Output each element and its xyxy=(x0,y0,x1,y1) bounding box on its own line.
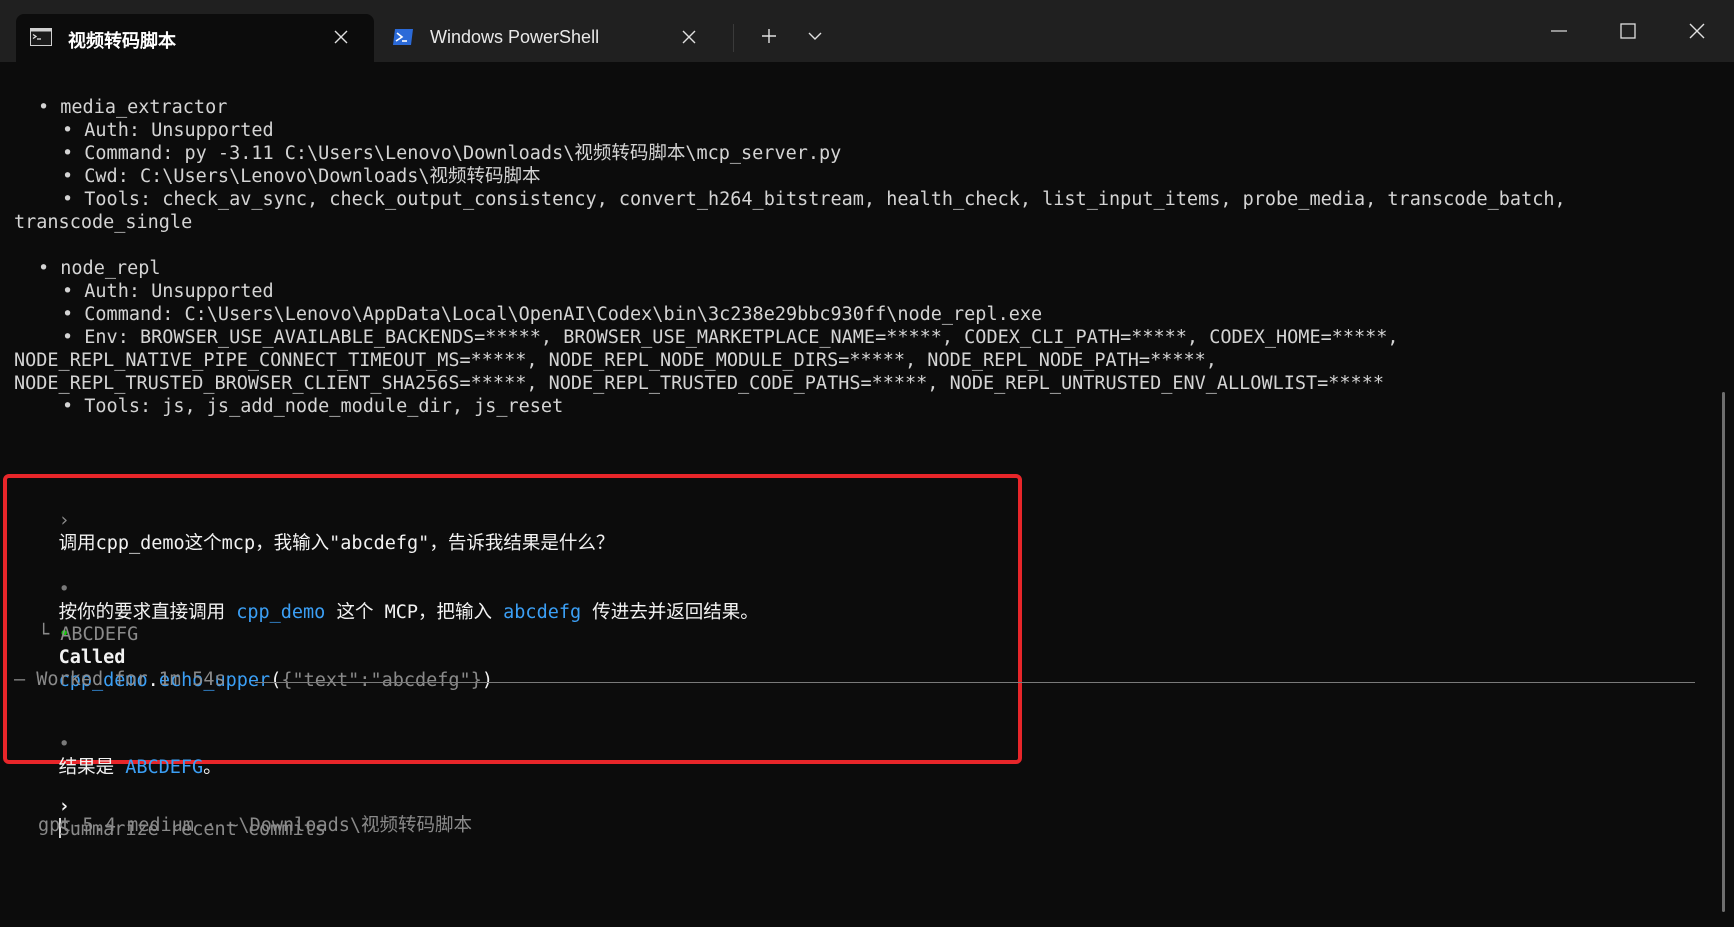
tab-video-transcode[interactable]: 视频转码脚本 xyxy=(16,14,374,62)
chevron-down-icon xyxy=(808,32,822,40)
tab-windows-powershell[interactable]: Windows PowerShell xyxy=(378,14,722,62)
close-icon xyxy=(1689,23,1705,39)
user-message: 调用cpp_demo这个mcp，我输入"abcdefg"，告诉我结果是什么？ xyxy=(58,533,615,554)
tab-divider xyxy=(733,24,734,52)
prompt-marker: › xyxy=(58,510,70,531)
new-tab-button[interactable] xyxy=(752,19,786,53)
tab-title: Windows PowerShell xyxy=(430,27,600,47)
result-bullet: • xyxy=(58,734,70,755)
close-tab-icon[interactable] xyxy=(678,26,700,48)
minimize-button[interactable] xyxy=(1526,0,1592,62)
close-window-button[interactable] xyxy=(1664,0,1730,62)
scrollbar[interactable] xyxy=(1722,392,1725,912)
mcp-env-continued: NODE_REPL_NATIVE_PIPE_CONNECT_TIMEOUT_MS… xyxy=(14,350,1217,371)
tab-title: 视频转码脚本 xyxy=(68,31,176,51)
tool-result: └ ABCDEFG xyxy=(38,624,139,645)
terminal-output[interactable]: • media_extractor • Auth: Unsupported • … xyxy=(0,62,1734,927)
mcp-auth: • Auth: Unsupported xyxy=(62,120,274,141)
cmd-terminal-icon xyxy=(30,28,52,46)
mcp-tools: • Tools: js, js_add_node_module_dir, js_… xyxy=(62,396,564,417)
mcp-env-continued: NODE_REPL_TRUSTED_BROWSER_CLIENT_SHA256S… xyxy=(14,373,1384,394)
tab-dropdown-button[interactable] xyxy=(798,19,832,53)
mcp-server-name: • node_repl xyxy=(38,258,161,279)
mcp-auth: • Auth: Unsupported xyxy=(62,281,274,302)
tool-paren-close: ) xyxy=(481,670,493,691)
tool-call-line: • Called cpp_demo.echo_upper({"text":"ab… xyxy=(14,600,493,715)
called-label: Called xyxy=(58,647,126,668)
mcp-server-name: • media_extractor xyxy=(38,97,228,118)
tool-paren-open: ( xyxy=(270,670,282,691)
reply-input-value: abcdefg xyxy=(503,602,582,623)
mcp-command: • Command: py -3.11 C:\Users\Lenovo\Down… xyxy=(62,143,842,164)
mcp-tools-continued: transcode_single xyxy=(14,212,193,233)
divider xyxy=(255,682,1695,683)
mcp-command: • Command: C:\Users\Lenovo\AppData\Local… xyxy=(62,304,1043,325)
reply-suffix: 传进去并返回结果。 xyxy=(581,602,759,623)
reply-bullet: • xyxy=(58,579,70,600)
maximize-icon xyxy=(1620,23,1636,39)
tool-arguments: {"text":"abcdefg"} xyxy=(281,670,482,691)
mcp-env: • Env: BROWSER_USE_AVAILABLE_BACKENDS=**… xyxy=(62,327,1399,348)
plus-icon xyxy=(762,29,776,43)
status-line: gpt-5.4 medium · ~\Downloads\视频转码脚本 xyxy=(38,815,473,836)
worked-duration: — Worked for 1m 54s xyxy=(14,669,226,690)
minimize-icon xyxy=(1551,30,1567,32)
mcp-tools: • Tools: check_av_sync, check_output_con… xyxy=(62,189,1566,210)
maximize-button[interactable] xyxy=(1595,0,1661,62)
title-bar: 视频转码脚本 Windows PowerShell xyxy=(0,0,1734,62)
powershell-icon xyxy=(392,28,414,46)
mcp-cwd: • Cwd: C:\Users\Lenovo\Downloads\视频转码脚本 xyxy=(62,166,541,187)
close-tab-icon[interactable] xyxy=(330,26,352,48)
